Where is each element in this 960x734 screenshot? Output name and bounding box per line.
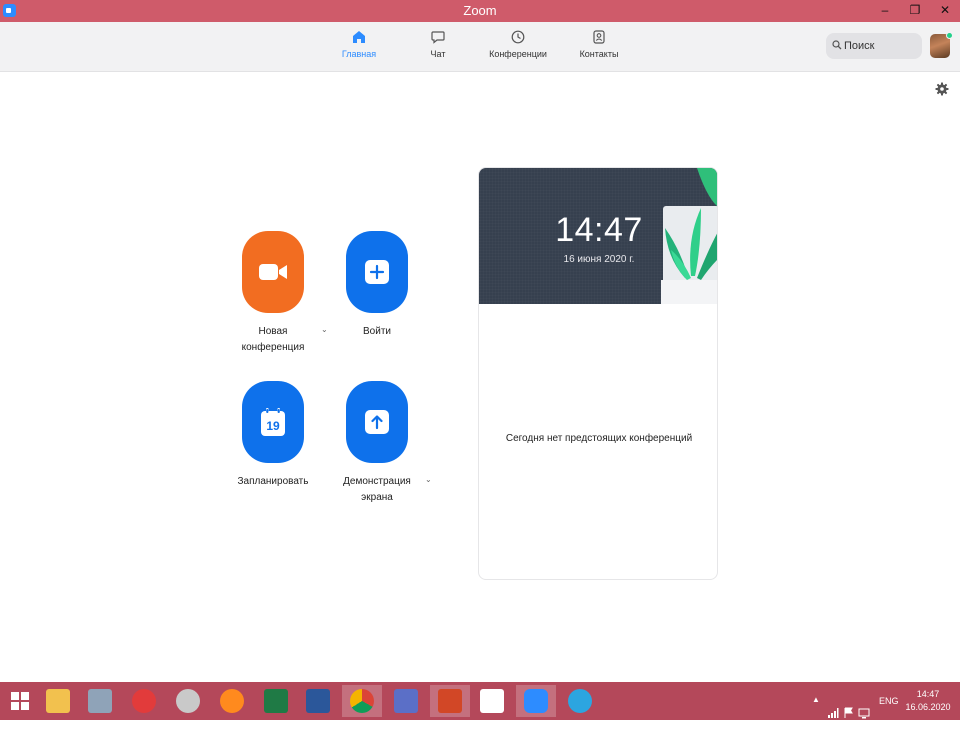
language-indicator[interactable]: ENG (879, 696, 899, 734)
search-input[interactable] (844, 37, 918, 55)
taskbar-word[interactable] (298, 685, 338, 717)
restore-button[interactable]: ❐ (902, 0, 928, 22)
close-button[interactable]: ✕ (932, 0, 958, 22)
taskbar-excel[interactable] (256, 685, 296, 717)
tab-chat[interactable]: Чат (398, 30, 478, 59)
tray-expand-icon[interactable]: ▲ (812, 695, 820, 733)
window-title: Zoom (463, 3, 497, 18)
share-options-chevron-icon[interactable]: ⌄ (425, 475, 432, 484)
join-button[interactable] (346, 231, 408, 313)
taskbar-chrome[interactable] (342, 685, 382, 717)
taskbar-app-paint[interactable] (168, 685, 208, 717)
minimize-button[interactable]: – (872, 0, 898, 22)
windows-logo-icon (11, 692, 29, 710)
palette-icon (176, 689, 200, 713)
new-meeting-label: Новая конференция (241, 326, 305, 353)
zoom-icon (524, 689, 548, 713)
q-app-icon (394, 689, 418, 713)
schedule-button[interactable]: 19 (242, 381, 304, 463)
online-status-dot (946, 32, 953, 39)
taskbar-firefox[interactable] (212, 685, 252, 717)
video-camera-icon (259, 264, 287, 280)
excel-icon (264, 689, 288, 713)
taskbar-app-q[interactable] (386, 685, 426, 717)
tab-contacts[interactable]: Контакты (559, 30, 639, 59)
signal-icon[interactable] (827, 694, 839, 732)
settings-gear-icon[interactable] (935, 82, 949, 96)
search-icon (832, 40, 842, 50)
chat-icon (431, 31, 445, 44)
avatar[interactable] (930, 32, 953, 58)
taskbar-zoom[interactable] (516, 685, 556, 717)
yandex-icon (480, 689, 504, 713)
search-box[interactable] (826, 33, 922, 59)
taskbar-date: 16.06.2020 (905, 702, 951, 712)
taskbar-app-fr[interactable] (124, 685, 164, 717)
title-bar: Zoom – ❐ ✕ (0, 0, 960, 22)
home-icon (353, 31, 365, 43)
tab-home[interactable]: Главная (319, 30, 399, 59)
flag-icon[interactable] (844, 694, 854, 732)
no-meetings-message: Сегодня нет предстоящих конференций (505, 433, 693, 444)
firefox-icon (220, 689, 244, 713)
top-nav: Главная Чат Конференции Контакты (0, 22, 960, 72)
current-date: 16 июня 2020 г. (563, 254, 635, 265)
card-header: 14:47 16 июня 2020 г. (479, 168, 717, 304)
taskbar-powerpoint[interactable] (430, 685, 470, 717)
chrome-icon (350, 689, 374, 713)
share-screen-button[interactable] (346, 381, 408, 463)
taskbar-time: 14:47 (916, 689, 940, 699)
share-screen-label: Демонстрация экрана (343, 476, 411, 503)
tab-contacts-label: Контакты (579, 49, 619, 59)
tab-home-label: Главная (341, 49, 377, 59)
contacts-icon (593, 30, 605, 44)
new-meeting-button[interactable] (242, 231, 304, 313)
schedule-label: Запланировать (237, 476, 309, 487)
tab-meetings[interactable]: Конференции (478, 30, 558, 59)
taskbar-clock[interactable]: 14:47 16.06.2020 (900, 688, 956, 714)
taskbar-yandex-browser[interactable] (472, 685, 512, 717)
fr-app-icon (132, 689, 156, 713)
calculator-icon (88, 689, 112, 713)
windows-taskbar: ▲ ENG 14:47 16.06.2020 (0, 682, 960, 720)
taskbar-telegram[interactable] (560, 685, 600, 717)
plus-icon (365, 260, 389, 284)
current-time: 14:47 (555, 211, 643, 249)
calendar-icon: 19 (261, 408, 285, 436)
start-button[interactable] (0, 685, 40, 717)
join-label: Войти (363, 326, 391, 337)
word-icon (306, 689, 330, 713)
clock-icon (511, 30, 525, 44)
calendar-day: 19 (266, 419, 280, 433)
upcoming-meetings-card: 14:47 16 июня 2020 г. Сегодня нет предст… (478, 167, 718, 580)
taskbar-file-explorer[interactable] (38, 685, 78, 717)
folder-icon (46, 689, 70, 713)
powerpoint-icon (438, 689, 462, 713)
telegram-icon (568, 689, 592, 713)
tab-chat-label: Чат (430, 49, 446, 59)
taskbar-calculator[interactable] (80, 685, 120, 717)
network-icon[interactable] (858, 694, 870, 732)
share-arrow-up-icon (365, 410, 389, 434)
tab-meetings-label: Конференции (489, 49, 547, 59)
